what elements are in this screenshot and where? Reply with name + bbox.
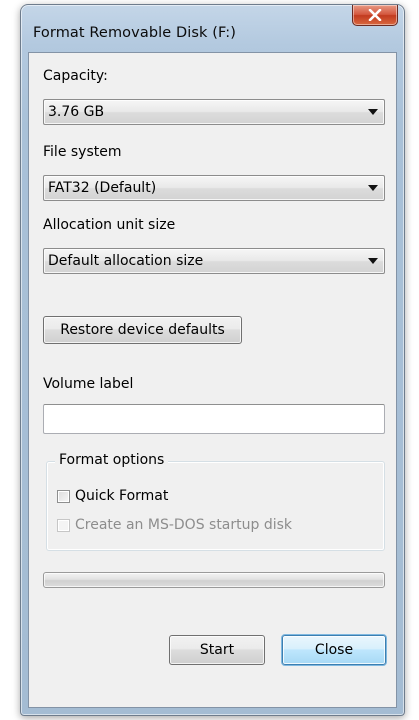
quick-format-label: Quick Format (75, 488, 169, 504)
start-button[interactable]: Start (169, 635, 265, 665)
capacity-label: Capacity: (43, 68, 108, 84)
file-system-dropdown[interactable]: FAT32 (Default) (43, 175, 385, 201)
chevron-down-icon (368, 185, 378, 191)
allocation-unit-dropdown[interactable]: Default allocation size (43, 248, 385, 274)
format-options-group: Format options Quick Format Create an MS… (46, 452, 385, 551)
volume-label-input[interactable] (43, 404, 385, 434)
msdos-startup-option: Create an MS-DOS startup disk (57, 517, 292, 533)
quick-format-option[interactable]: Quick Format (57, 488, 168, 504)
allocation-unit-label: Allocation unit size (43, 217, 176, 233)
format-progress-bar (43, 572, 385, 588)
capacity-value: 3.76 GB (48, 104, 105, 120)
volume-label-label: Volume label (43, 376, 134, 392)
file-system-label: File system (43, 144, 122, 160)
restore-defaults-button[interactable]: Restore device defaults (43, 316, 242, 344)
msdos-startup-label: Create an MS-DOS startup disk (75, 517, 293, 533)
format-options-title: Format options (55, 452, 169, 468)
chevron-down-icon (368, 258, 378, 264)
format-dialog-window: Format Removable Disk (F:) Capacity: 3.7… (20, 4, 405, 716)
capacity-dropdown[interactable]: 3.76 GB (43, 99, 385, 125)
window-close-button[interactable] (352, 5, 398, 26)
quick-format-checkbox[interactable] (57, 489, 70, 503)
allocation-unit-value: Default allocation size (48, 253, 204, 269)
msdos-startup-checkbox (57, 518, 70, 532)
close-icon (368, 9, 382, 21)
window-title: Format Removable Disk (F:) (33, 25, 237, 41)
close-button[interactable]: Close (282, 635, 386, 665)
dialog-client-area: Capacity: 3.76 GB File system FAT32 (Def… (28, 52, 397, 708)
chevron-down-icon (368, 109, 378, 115)
file-system-value: FAT32 (Default) (48, 180, 157, 196)
